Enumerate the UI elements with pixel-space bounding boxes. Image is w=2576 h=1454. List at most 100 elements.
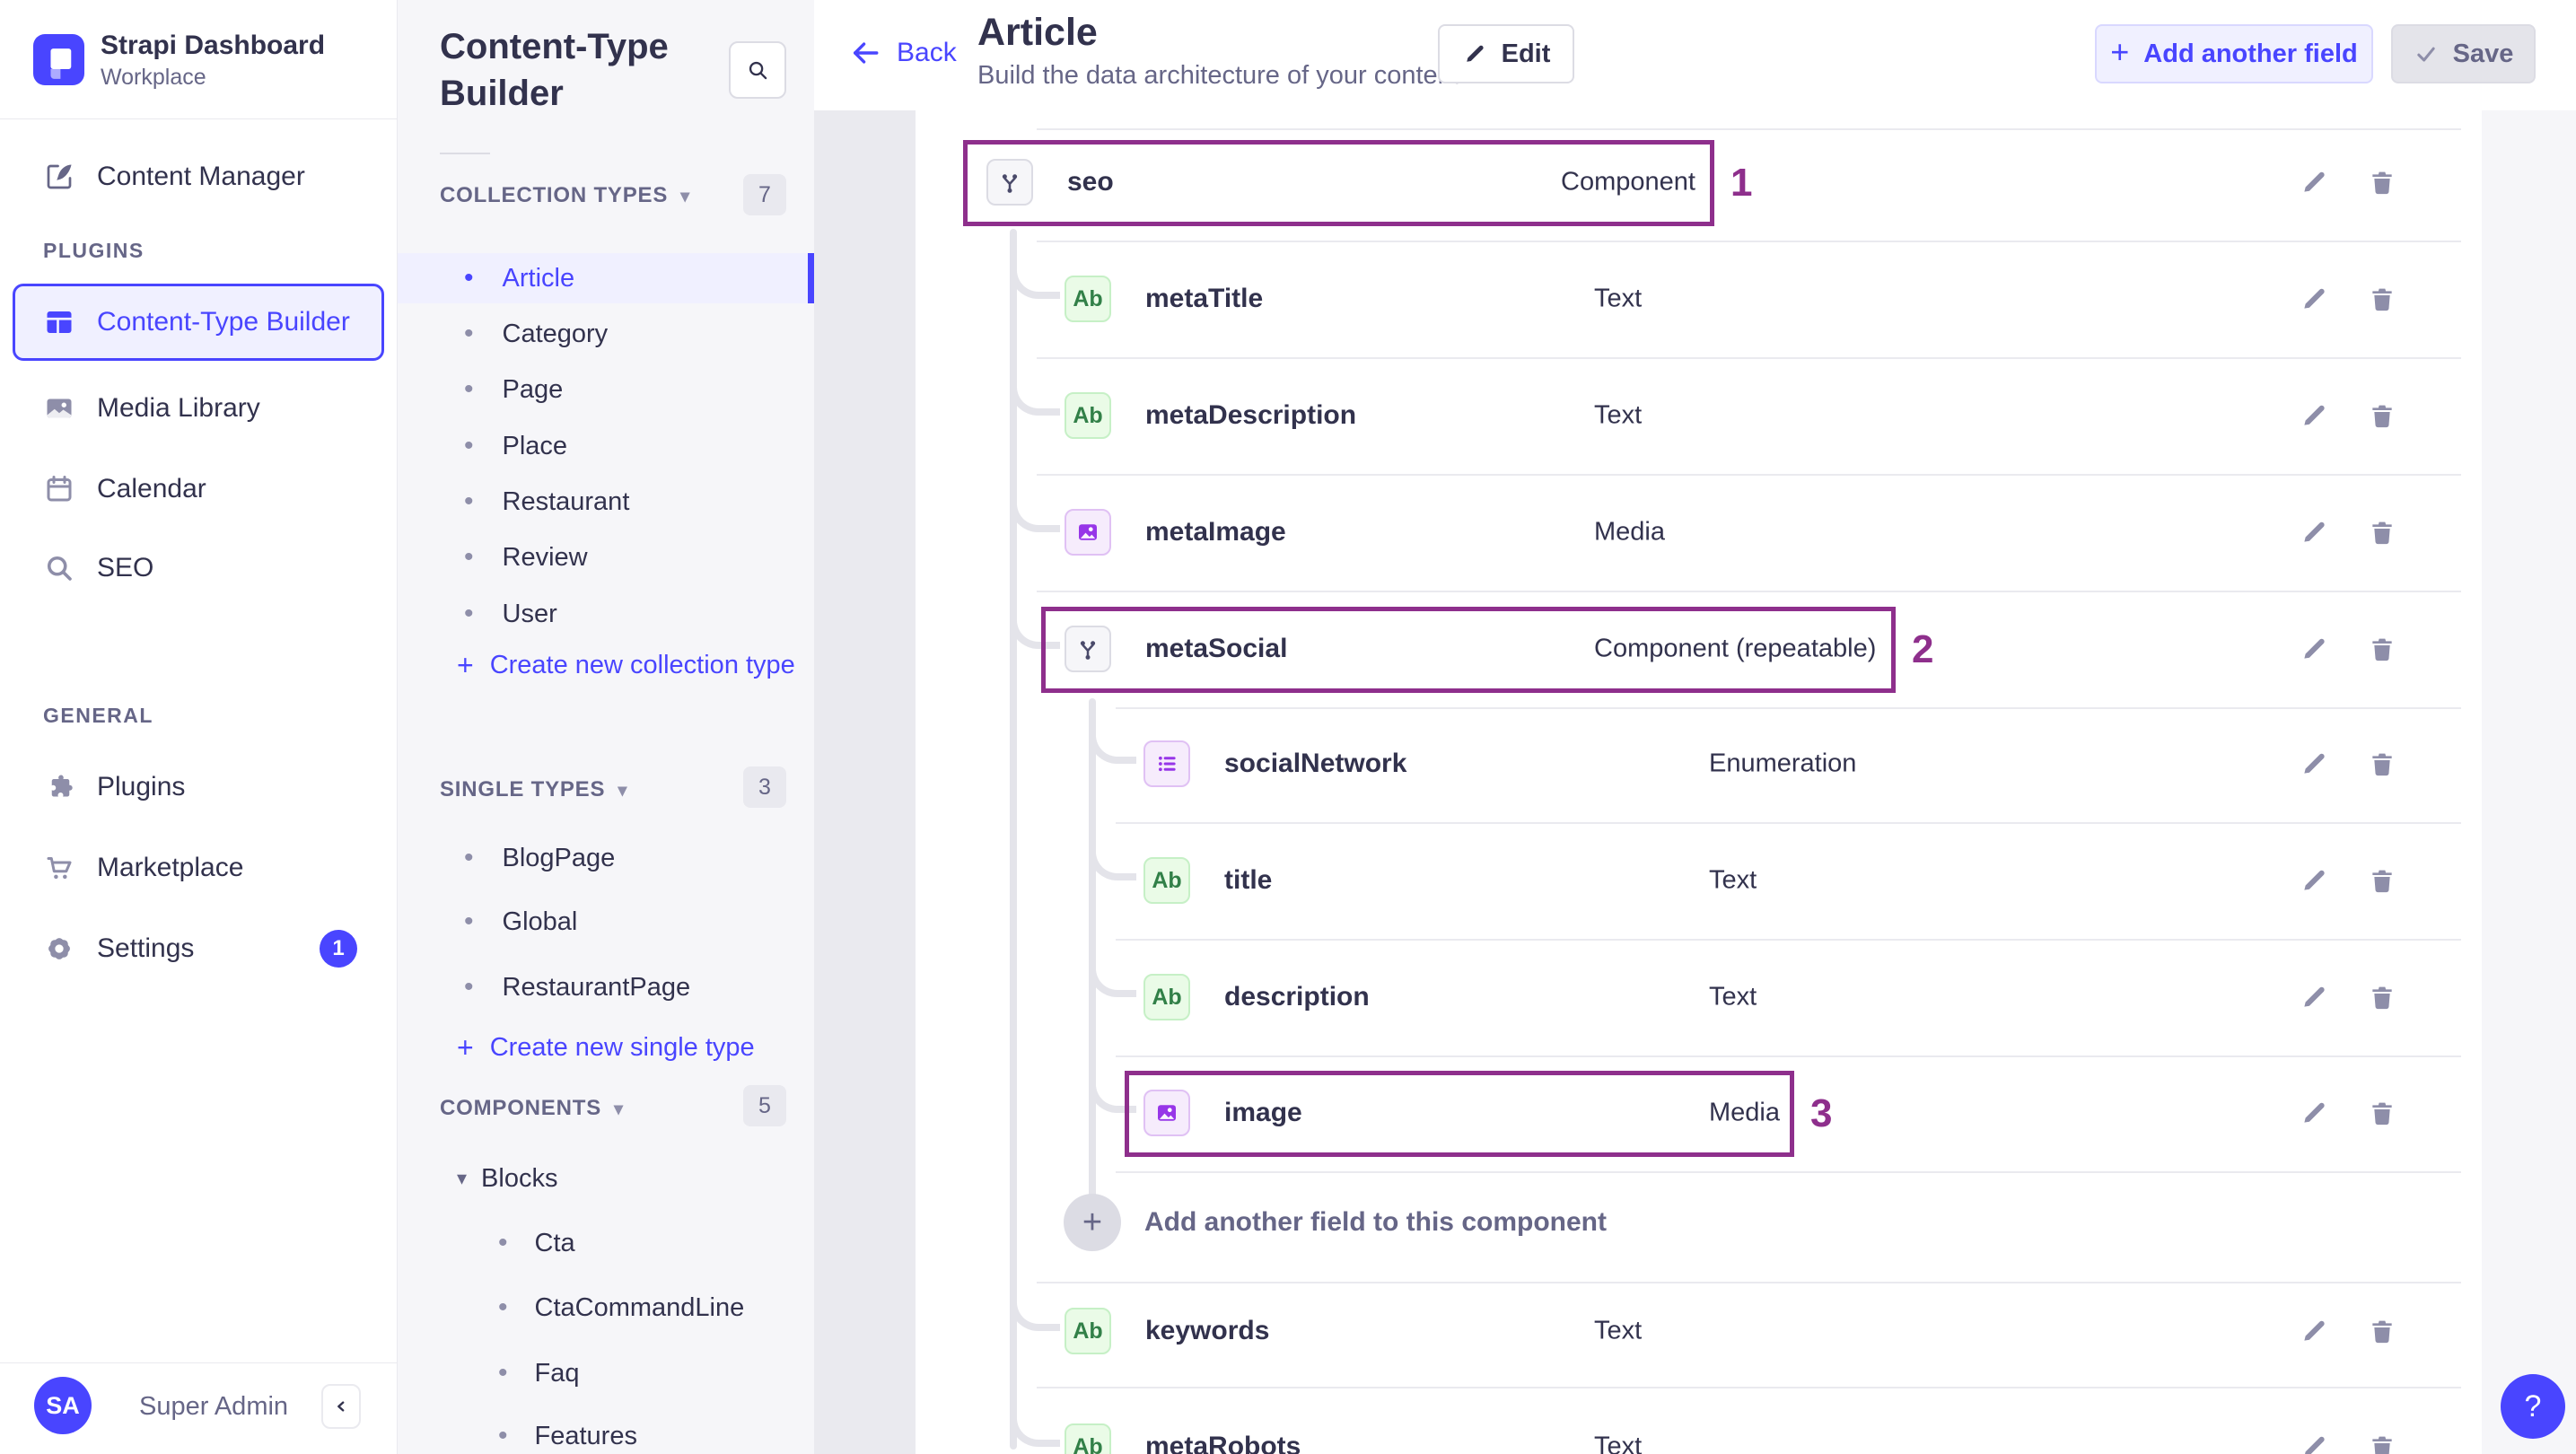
row-divider [1116, 939, 2461, 941]
edit-field-button[interactable] [2294, 1427, 2334, 1454]
plus-icon: + [2110, 33, 2130, 70]
component-item-features[interactable]: • Features [398, 1411, 814, 1454]
subnav-item-user[interactable]: • User [398, 589, 814, 639]
bullet-icon: • [464, 972, 474, 1002]
sidebar-item-plugins[interactable]: Plugins [0, 759, 397, 815]
delete-field-button[interactable] [2362, 1311, 2402, 1351]
subnav-item-label: User [502, 599, 557, 628]
edit-field-button[interactable] [2294, 396, 2334, 435]
subnav-item-label: Category [502, 319, 609, 348]
sidebar-item-label: Settings [97, 933, 195, 963]
edit-field-button[interactable] [2294, 512, 2334, 552]
edit-field-button[interactable] [2294, 977, 2334, 1017]
delete-field-button[interactable] [2362, 162, 2402, 202]
subnav-item-restaurant[interactable]: • Restaurant [398, 477, 814, 527]
sidebar-item-label: Marketplace [97, 853, 244, 882]
row-divider [1116, 1055, 2461, 1057]
active-indicator [808, 253, 814, 303]
divider [440, 153, 490, 154]
field-row-description: Ab description Text [916, 950, 2482, 1044]
divider [0, 1362, 397, 1363]
sidebar-item-content-manager[interactable]: Content Manager [0, 149, 397, 205]
field-name: title [1224, 865, 1273, 895]
field-type: Text [1594, 1432, 1643, 1454]
component-item-cta[interactable]: • Cta [398, 1218, 814, 1268]
delete-field-button[interactable] [2362, 977, 2402, 1017]
avatar[interactable]: SA [34, 1377, 92, 1434]
delete-field-button[interactable] [2362, 1427, 2402, 1454]
subnav-title: Content-Type Builder [440, 27, 669, 113]
component-item-faq[interactable]: • Faq [398, 1348, 814, 1398]
create-single-type-link[interactable]: + Create new single type [398, 1022, 814, 1073]
row-divider [1037, 474, 2461, 476]
field-name: metaTitle [1145, 284, 1264, 313]
edit-field-button[interactable] [2294, 1093, 2334, 1133]
edit-field-button[interactable] [2294, 279, 2334, 319]
bullet-icon: • [498, 1421, 508, 1450]
subnav-item-label: BlogPage [502, 843, 616, 872]
save-button[interactable]: Save [2391, 24, 2536, 83]
sidebar-item-settings[interactable]: Settings 1 [0, 921, 397, 977]
sidebar-item-calendar[interactable]: Calendar [0, 461, 397, 517]
collection-types-header[interactable]: COLLECTION TYPES ▾ [440, 183, 690, 208]
subnav-item-review[interactable]: • Review [398, 532, 814, 582]
back-button[interactable]: Back [848, 38, 957, 68]
field-row-metadescription: Ab metaDescription Text [916, 369, 2482, 462]
field-row-metaimage: metaImage Media [916, 486, 2482, 579]
text-field-icon: Ab [1143, 974, 1190, 1020]
page-title: Article [977, 11, 1098, 54]
bullet-icon: • [498, 1292, 508, 1322]
subnav-item-blogpage[interactable]: • BlogPage [398, 833, 814, 883]
subnav-item-label: Global [502, 907, 578, 936]
text-field-icon: Ab [1065, 1308, 1111, 1354]
sidebar-item-marketplace[interactable]: Marketplace [0, 840, 397, 896]
collapse-sidebar-button[interactable] [321, 1384, 361, 1429]
sidebar-item-media-library[interactable]: Media Library [0, 381, 397, 436]
content-gutter [814, 110, 916, 1454]
edit-field-button[interactable] [2294, 744, 2334, 784]
component-item-ctacommandline[interactable]: • CtaCommandLine [398, 1283, 814, 1333]
text-field-icon: Ab [1065, 276, 1111, 322]
annotation-number-3: 3 [1810, 1091, 1833, 1135]
subnav-item-label: Faq [534, 1358, 580, 1388]
sidebar-item-content-type-builder[interactable]: Content-Type Builder [13, 284, 384, 361]
help-button[interactable]: ? [2501, 1374, 2565, 1439]
caret-down-icon: ▾ [618, 780, 628, 801]
subnav-item-global[interactable]: • Global [398, 897, 814, 947]
general-section-label: GENERAL [43, 704, 153, 727]
delete-field-button[interactable] [2362, 396, 2402, 435]
create-collection-type-link[interactable]: + Create new collection type [398, 640, 814, 690]
calendar-icon [43, 473, 75, 505]
edit-field-button[interactable] [2294, 1311, 2334, 1351]
enumeration-field-icon [1143, 740, 1190, 787]
arrow-left-icon [853, 42, 879, 64]
components-header[interactable]: COMPONENTS ▾ [440, 1096, 624, 1121]
edit-field-button[interactable] [2294, 861, 2334, 900]
bullet-icon: • [464, 431, 474, 460]
field-name: keywords [1145, 1316, 1270, 1345]
edit-field-button[interactable] [2294, 629, 2334, 669]
edit-field-button[interactable] [2294, 162, 2334, 202]
component-group-blocks[interactable]: ▾ Blocks [398, 1153, 814, 1204]
delete-field-button[interactable] [2362, 744, 2402, 784]
subnav-item-place[interactable]: • Place [398, 421, 814, 471]
subnav-item-article[interactable]: • Article [398, 253, 814, 303]
subnav-item-category[interactable]: • Category [398, 309, 814, 359]
subnav-item-restaurantpage[interactable]: • RestaurantPage [398, 962, 814, 1012]
search-button[interactable] [729, 41, 786, 99]
edit-button[interactable]: Edit [1438, 24, 1574, 83]
subnav-item-page[interactable]: • Page [398, 364, 814, 415]
add-another-field-button[interactable]: + Add another field [2095, 24, 2373, 83]
delete-field-button[interactable] [2362, 1093, 2402, 1133]
delete-field-button[interactable] [2362, 512, 2402, 552]
sidebar-item-seo[interactable]: SEO [0, 540, 397, 596]
single-types-header[interactable]: SINGLE TYPES ▾ [440, 777, 627, 802]
delete-field-button[interactable] [2362, 279, 2402, 319]
delete-field-button[interactable] [2362, 861, 2402, 900]
add-field-to-component-button[interactable]: + Add another field to this component [916, 1176, 2482, 1269]
field-row-socialnetwork: socialNetwork Enumeration [916, 717, 2482, 810]
components-count: 5 [743, 1085, 786, 1126]
sidebar-item-label: Plugins [97, 772, 186, 801]
section-label: COMPONENTS [440, 1096, 602, 1120]
delete-field-button[interactable] [2362, 629, 2402, 669]
